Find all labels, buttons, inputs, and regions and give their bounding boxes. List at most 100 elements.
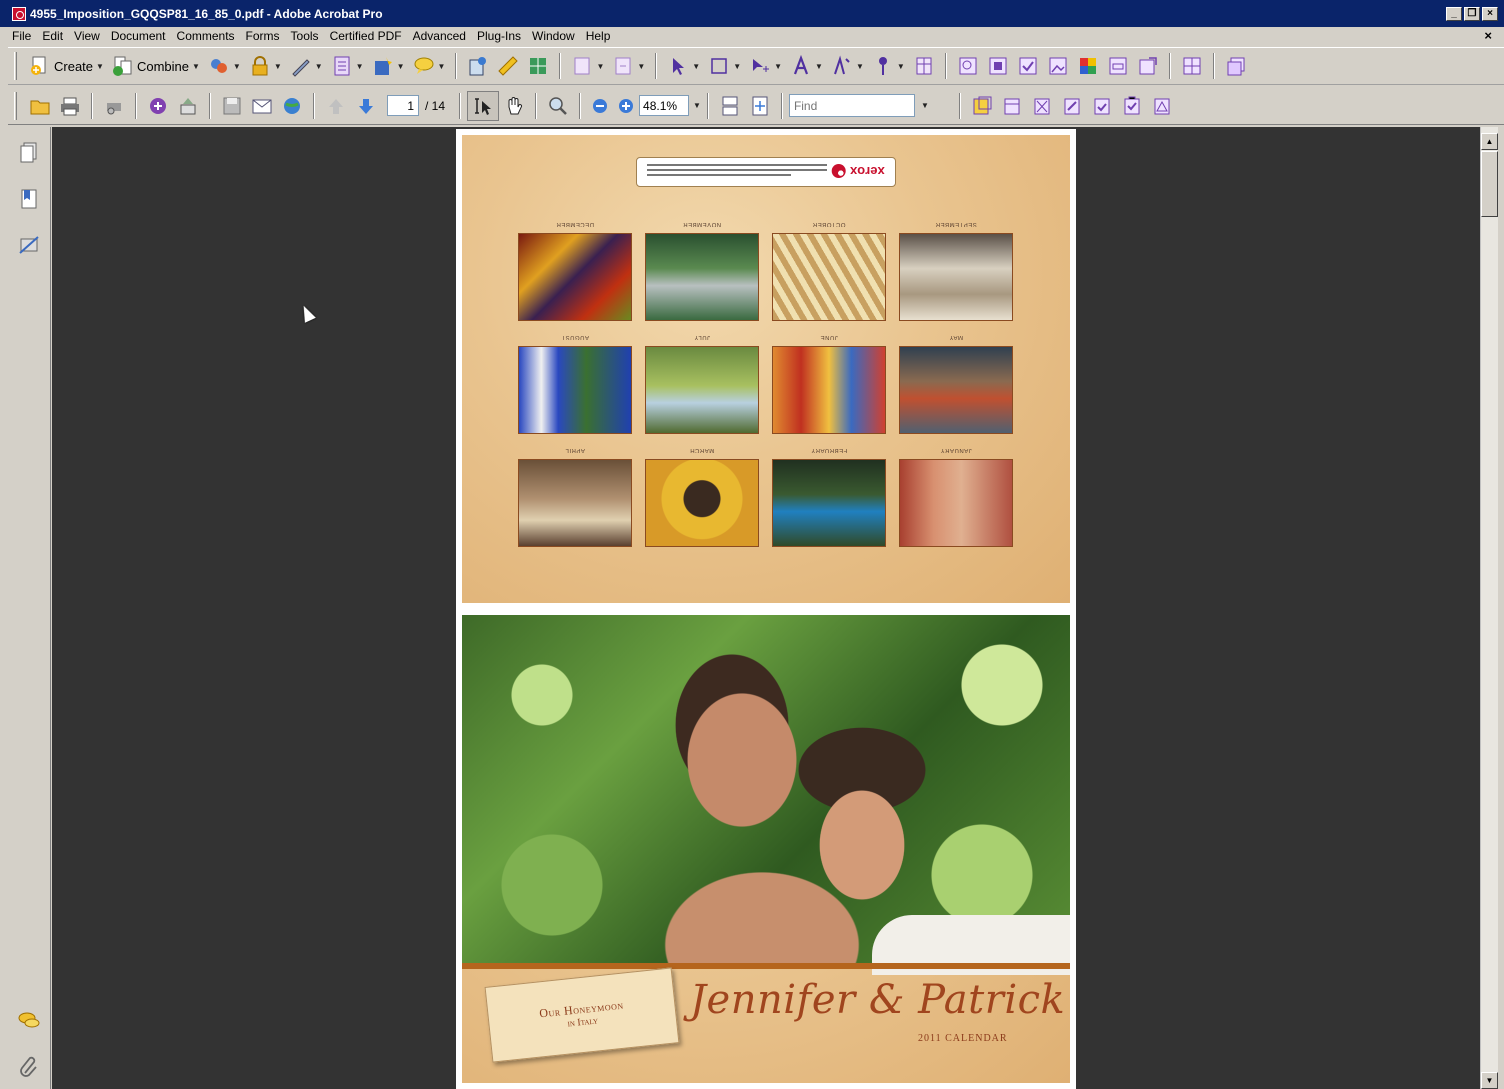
toolbar-separator [1212,53,1215,79]
prepress-tool-11[interactable] [1221,51,1251,81]
printer-marks-icon [1034,98,1050,114]
menu-advanced[interactable]: Advanced [413,29,466,43]
toolbar-separator [579,92,582,119]
menu-plug-ins[interactable]: Plug-Ins [477,29,521,43]
month-photo [899,346,1013,434]
forms-button[interactable]: ▼ [327,51,368,81]
zoom-marquee-button[interactable] [543,91,573,121]
bookmarks-panel-icon[interactable] [18,187,40,211]
rectangle-tool-button[interactable]: ▼ [704,51,745,81]
document-viewport[interactable]: xerox DECEMBER NOVEMBER OCTOBER SEPTEMBE… [52,127,1480,1089]
prepress-tool-4[interactable] [983,51,1013,81]
create-button[interactable]: Create ▼ [25,51,108,81]
select-text-button[interactable] [467,90,500,121]
menu-bar: File Edit View Document Comments Forms T… [0,27,1504,45]
close-document-button[interactable]: × [1484,28,1492,43]
fine-print [647,164,827,182]
prepress-tool-8[interactable] [1103,51,1133,81]
print-icon [61,97,79,115]
collaborate-button[interactable]: ▼ [204,51,245,81]
month-label: DECEMBER [556,221,595,227]
toolbar-grip[interactable] [14,91,17,120]
web-button[interactable] [277,91,307,121]
prepress-tool-3[interactable] [953,51,983,81]
combine-button[interactable]: Combine ▼ [108,51,204,81]
chevron-down-icon: ▼ [733,61,742,71]
save-button[interactable] [217,91,247,121]
zoom-in-button[interactable] [613,91,639,121]
comments-panel-icon[interactable] [18,1009,40,1033]
prepress-tool-15[interactable] [1057,91,1087,121]
print-button[interactable] [55,91,85,121]
prepress-tool-1[interactable]: ▼ [567,51,608,81]
prepress-tool-6[interactable] [1043,51,1073,81]
text-tool-button[interactable]: ▼ [786,51,827,81]
prepress-tool-13[interactable] [997,91,1027,121]
scroll-down-icon[interactable]: ▼ [1481,1072,1498,1089]
toolbar-separator [1168,53,1171,79]
preflight-button[interactable] [463,51,493,81]
prepress-tool-2[interactable]: ▼ [608,51,649,81]
signatures-panel-icon[interactable] [18,233,40,257]
prepress-tool-12[interactable] [967,91,997,121]
touchup-button[interactable]: ▼ [827,51,868,81]
secure-button[interactable]: ▼ [245,51,286,81]
menu-help[interactable]: Help [586,29,611,43]
zoom-out-button[interactable] [587,91,613,121]
prepress-tool-17[interactable] [1117,91,1147,121]
multimedia-button[interactable]: ▼ [368,51,409,81]
select-object-button[interactable]: ▼ [663,51,704,81]
menu-forms[interactable]: Forms [246,29,280,43]
move-tool-button[interactable]: ▼ [745,51,786,81]
prepress-tool-18[interactable] [1147,91,1177,121]
menu-document[interactable]: Document [111,29,166,43]
prepress-tool-14[interactable] [1027,91,1057,121]
menu-certified-pdf[interactable]: Certified PDF [330,29,402,43]
toolbar-separator [655,53,658,79]
prepress-tool-7[interactable] [1073,51,1103,81]
measure-button[interactable] [493,51,523,81]
restore-button[interactable]: ❐ [1464,7,1480,21]
output-preview-button[interactable] [523,51,553,81]
scrolling-mode-button[interactable] [715,91,745,121]
pages-panel-icon[interactable] [18,141,40,165]
comment-button[interactable]: ▼ [409,51,450,81]
zoom-dropdown-icon[interactable]: ▼ [693,101,701,110]
minimize-button[interactable]: _ [1446,7,1462,21]
find-input[interactable] [788,94,915,117]
toolbar-grip[interactable] [14,52,17,80]
zoom-level-input[interactable] [639,95,690,116]
menu-window[interactable]: Window [532,29,575,43]
scroll-thumb[interactable] [1481,151,1498,217]
menu-file[interactable]: File [12,29,31,43]
find-dropdown-icon[interactable]: ▼ [921,101,929,110]
upload-button[interactable] [173,91,203,121]
page-tool-1[interactable] [909,51,939,81]
acrobat-com-button[interactable] [143,91,173,121]
menu-comments[interactable]: Comments [177,29,235,43]
prepress-tool-10[interactable] [1177,51,1207,81]
page-number-input[interactable] [387,95,419,116]
calendar-year: 2011 CALENDAR [918,1033,1008,1044]
vertical-scrollbar[interactable]: ▲ ▼ [1480,127,1498,1089]
attachments-panel-icon[interactable] [18,1055,40,1079]
close-window-button[interactable]: × [1482,7,1498,21]
next-page-button[interactable] [351,91,381,121]
sign-button[interactable]: ▼ [286,51,327,81]
scroll-up-icon[interactable]: ▲ [1481,133,1498,150]
prepress-tool-9[interactable] [1133,51,1163,81]
menu-tools[interactable]: Tools [291,29,319,43]
prepress-tool-5[interactable] [1013,51,1043,81]
fit-page-button[interactable] [745,91,775,121]
prepress-tool-16[interactable] [1087,91,1117,121]
pin-tool-button[interactable]: ▼ [868,51,909,81]
menu-edit[interactable]: Edit [42,29,63,43]
window-edge [1498,127,1504,1089]
previous-page-button[interactable] [321,91,351,121]
print-production-button[interactable] [99,91,129,121]
email-button[interactable] [247,91,277,121]
navigation-pane [8,127,51,1089]
open-button[interactable] [25,91,55,121]
hand-tool-button[interactable] [499,91,529,121]
menu-view[interactable]: View [74,29,100,43]
